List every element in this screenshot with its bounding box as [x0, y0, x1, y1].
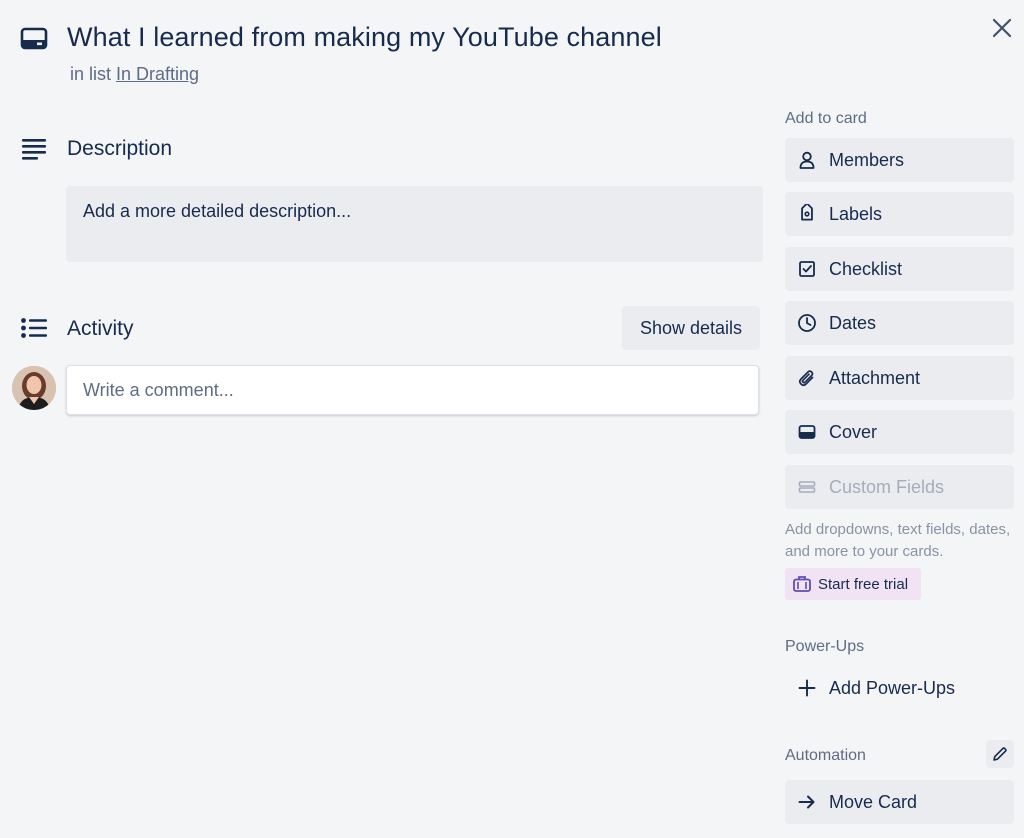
activity-icon [20, 317, 48, 339]
in-list-prefix: in list [70, 64, 112, 84]
briefcase-icon [792, 574, 812, 594]
custom-fields-icon [797, 477, 817, 497]
move-card-button[interactable]: Move Card [785, 780, 1014, 824]
list-name-link[interactable]: In Drafting [116, 64, 199, 84]
description-icon [20, 137, 48, 161]
add-power-ups-button[interactable]: Add Power-Ups [785, 668, 1014, 708]
tag-icon [797, 204, 817, 224]
cover-icon [797, 422, 817, 442]
members-label: Members [829, 149, 905, 170]
description-editor[interactable]: Add a more detailed description... [66, 186, 763, 262]
power-ups-heading: Power-Ups [785, 638, 865, 655]
add-power-ups-label: Add Power-Ups [829, 677, 956, 698]
move-card-label: Move Card [829, 791, 918, 812]
cover-button[interactable]: Cover [785, 410, 1014, 454]
attachment-label: Attachment [829, 367, 921, 388]
members-button[interactable]: Members [785, 138, 1014, 182]
custom-fields-note: Add dropdowns, text fields, dates, and m… [785, 521, 1011, 560]
paperclip-icon [797, 368, 817, 388]
dates-button[interactable]: Dates [785, 301, 1014, 345]
automation-heading: Automation [785, 747, 866, 764]
arrow-right-icon [797, 792, 817, 812]
cover-label: Cover [829, 421, 878, 442]
dates-label: Dates [829, 312, 877, 333]
comment-input[interactable] [66, 365, 759, 415]
activity-heading: Activity [67, 317, 134, 340]
checklist-button[interactable]: Checklist [785, 247, 1014, 291]
close-button[interactable] [988, 14, 1016, 42]
description-heading: Description [67, 137, 173, 160]
avatar[interactable] [12, 366, 56, 410]
start-free-trial-button[interactable]: Start free trial [785, 568, 921, 600]
custom-fields-label: Custom Fields [829, 476, 945, 497]
in-list-text: in list In Drafting [70, 64, 199, 85]
pencil-icon [993, 747, 1007, 761]
attachment-button[interactable]: Attachment [785, 356, 1014, 400]
labels-label: Labels [829, 203, 883, 224]
automation-edit-button[interactable] [986, 740, 1014, 768]
show-details-button[interactable]: Show details [622, 306, 760, 350]
close-icon [992, 18, 1012, 38]
card-icon [20, 26, 48, 52]
custom-fields-button: Custom Fields [785, 465, 1014, 509]
labels-button[interactable]: Labels [785, 192, 1014, 236]
checklist-label: Checklist [829, 258, 903, 279]
add-to-card-heading: Add to card [785, 110, 867, 127]
clock-icon [797, 313, 817, 333]
checkbox-icon [797, 259, 817, 279]
start-free-trial-label: Start free trial [818, 575, 909, 593]
card-title: What I learned from making my YouTube ch… [67, 22, 662, 52]
plus-icon [797, 678, 817, 698]
person-icon [797, 150, 817, 170]
